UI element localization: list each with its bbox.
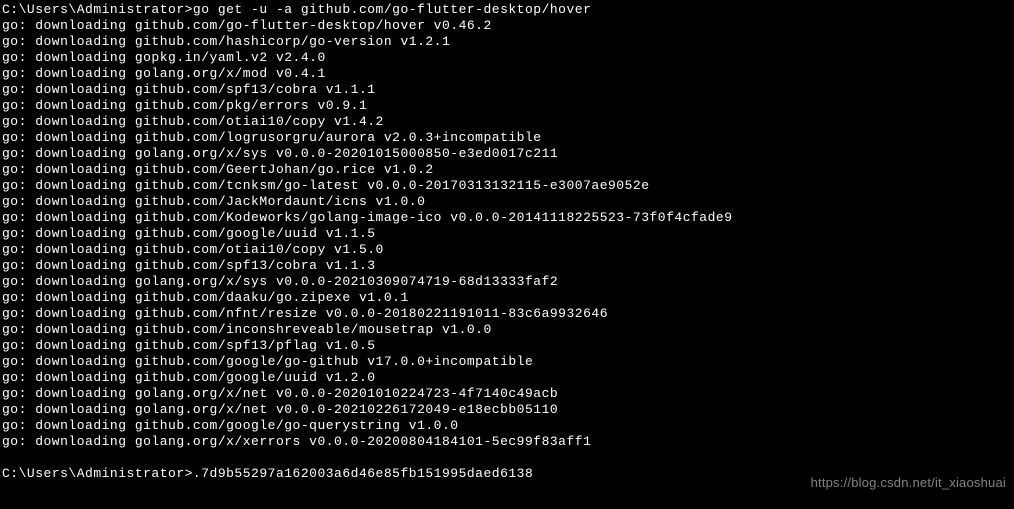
terminal-line: go: downloading github.com/go-flutter-de… xyxy=(2,18,1014,34)
terminal-line: go: downloading github.com/hashicorp/go-… xyxy=(2,34,1014,50)
terminal-line: go: downloading github.com/spf13/cobra v… xyxy=(2,258,1014,274)
terminal-line: go: downloading github.com/GeertJohan/go… xyxy=(2,162,1014,178)
terminal-line: go: downloading github.com/otiai10/copy … xyxy=(2,114,1014,130)
terminal-output[interactable]: C:\Users\Administrator>go get -u -a gith… xyxy=(2,2,1014,482)
terminal-line: go: downloading github.com/google/go-que… xyxy=(2,418,1014,434)
terminal-line: go: downloading github.com/inconshreveab… xyxy=(2,322,1014,338)
terminal-line: go: downloading github.com/daaku/go.zipe… xyxy=(2,290,1014,306)
terminal-line: go: downloading github.com/nfnt/resize v… xyxy=(2,306,1014,322)
terminal-line: go: downloading golang.org/x/net v0.0.0-… xyxy=(2,402,1014,418)
terminal-line: go: downloading github.com/otiai10/copy … xyxy=(2,242,1014,258)
terminal-line: go: downloading gopkg.in/yaml.v2 v2.4.0 xyxy=(2,50,1014,66)
terminal-line: go: downloading github.com/google/go-git… xyxy=(2,354,1014,370)
terminal-line: go: downloading golang.org/x/mod v0.4.1 xyxy=(2,66,1014,82)
terminal-line: go: downloading golang.org/x/net v0.0.0-… xyxy=(2,386,1014,402)
terminal-line: go: downloading golang.org/x/sys v0.0.0-… xyxy=(2,146,1014,162)
terminal-line: go: downloading github.com/google/uuid v… xyxy=(2,370,1014,386)
terminal-line: go: downloading github.com/pkg/errors v0… xyxy=(2,98,1014,114)
terminal-line: go: downloading github.com/JackMordaunt/… xyxy=(2,194,1014,210)
watermark-text: https://blog.csdn.net/it_xiaoshuai xyxy=(811,475,1006,491)
terminal-line: go: downloading github.com/spf13/pflag v… xyxy=(2,338,1014,354)
terminal-line xyxy=(2,450,1014,466)
terminal-line: go: downloading github.com/google/uuid v… xyxy=(2,226,1014,242)
terminal-line: C:\Users\Administrator>go get -u -a gith… xyxy=(2,2,1014,18)
terminal-line: go: downloading golang.org/x/xerrors v0.… xyxy=(2,434,1014,450)
terminal-line: go: downloading github.com/logrusorgru/a… xyxy=(2,130,1014,146)
terminal-line: go: downloading golang.org/x/sys v0.0.0-… xyxy=(2,274,1014,290)
terminal-line: go: downloading github.com/spf13/cobra v… xyxy=(2,82,1014,98)
terminal-line: go: downloading github.com/Kodeworks/gol… xyxy=(2,210,1014,226)
terminal-line: go: downloading github.com/tcnksm/go-lat… xyxy=(2,178,1014,194)
